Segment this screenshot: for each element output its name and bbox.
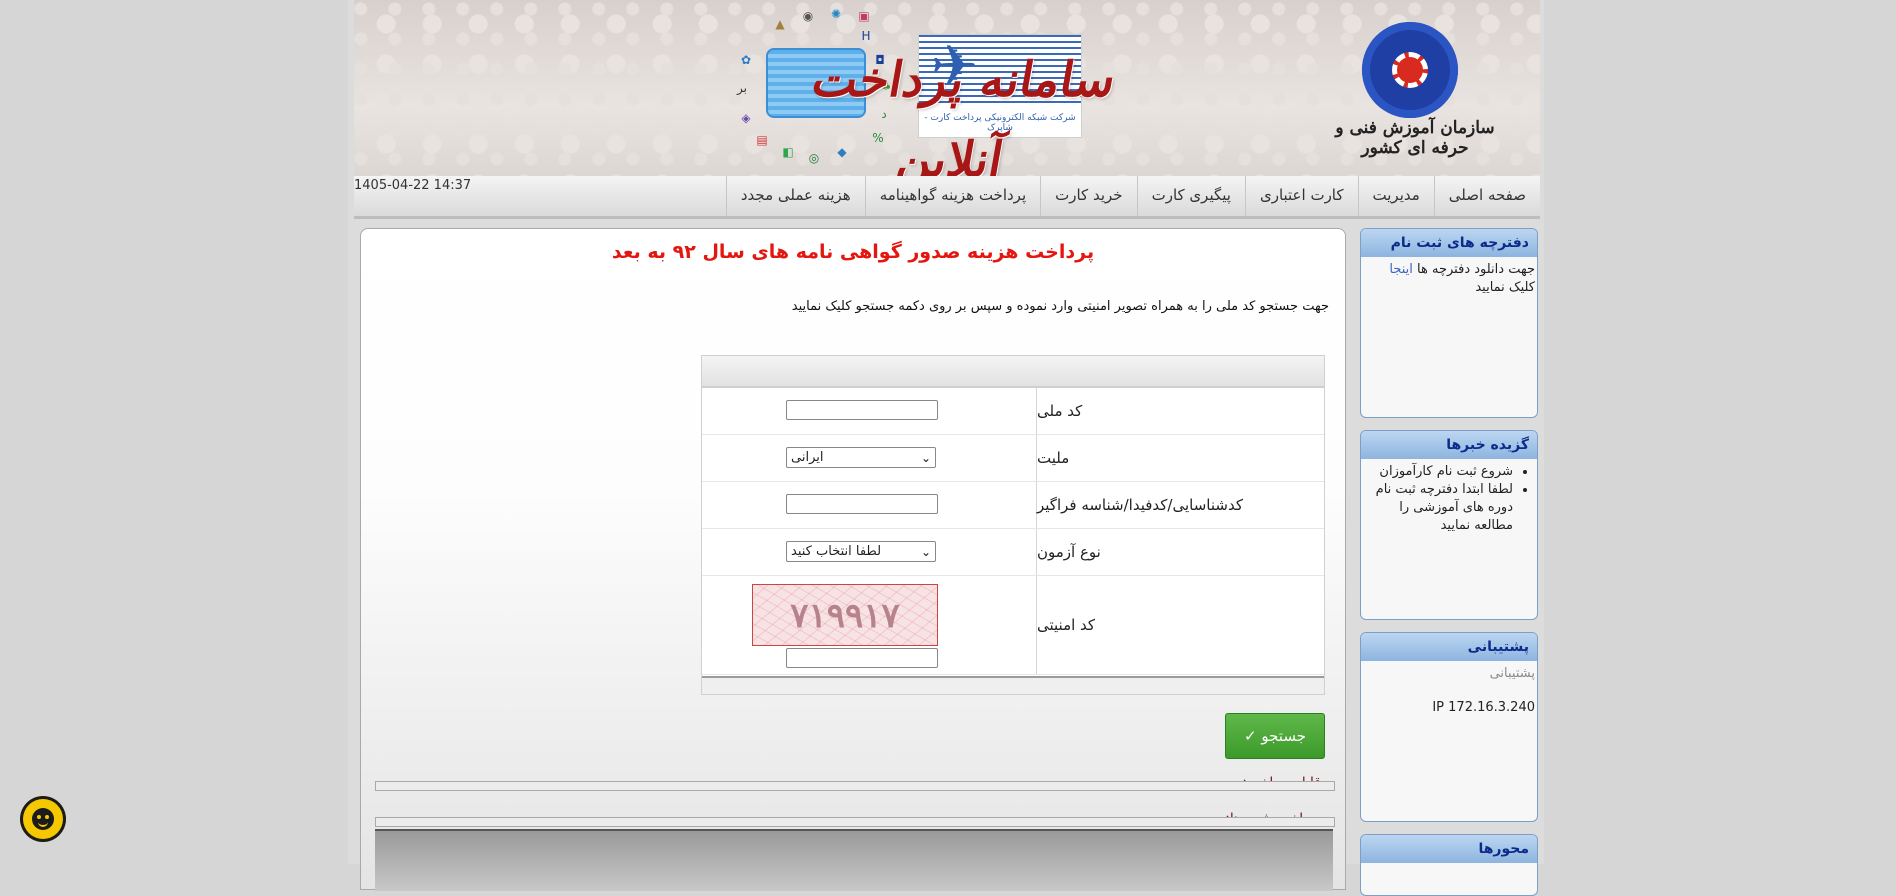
main-menu: صفحه اصلی مدیریت کارت اعتباری پیگیری کار… [725, 176, 1540, 216]
menu-item-practical-retake-fee[interactable]: هزینه عملی مجدد [725, 176, 865, 216]
panel-body: جهت دانلود دفترچه ها اینجا کلیک نمایید [1361, 257, 1537, 301]
panel-title: دفترچه های ثبت نام [1361, 229, 1537, 257]
results-area [375, 829, 1333, 891]
gear-icon [1392, 52, 1428, 88]
bank-icon: ▣ [858, 9, 870, 23]
bank-icon: ▲ [775, 17, 785, 31]
panel-title: محورها [1361, 835, 1537, 863]
menu-item-credit-card[interactable]: کارت اعتباری [1244, 176, 1358, 216]
bank-icon: ◆ [837, 145, 847, 159]
form-row-id: کدشناسایی/کدفیدا/شناسه فراگیر [702, 482, 1324, 529]
bank-icon: ✺ [830, 7, 842, 21]
chevron-down-icon: ⌄ [920, 450, 931, 465]
news-list: شروع ثبت نام کارآموزان لطفا ابتدا دفترچه… [1365, 463, 1535, 535]
nationality-select[interactable]: ⌄ ایرانی [786, 447, 936, 468]
panel-body: شروع ثبت نام کارآموزان لطفا ابتدا دفترچه… [1361, 459, 1537, 539]
captcha-label: کد امنیتی [1036, 576, 1324, 674]
exam-type-select[interactable]: ⌄ لطفا انتخاب کنید [786, 541, 936, 562]
payable-list [375, 781, 1335, 791]
bank-icon: بر [737, 81, 747, 95]
date-time: 1405-04-22 14:37 [354, 178, 472, 193]
panel-body: پشتیبانی IP 172.16.3.240 [1361, 661, 1537, 721]
bank-icon: ✿ [740, 53, 752, 67]
form-row-nationality: ملیت ⌄ ایرانی [702, 435, 1324, 482]
panel-support: پشتیبانی پشتیبانی IP 172.16.3.240 [1360, 632, 1538, 822]
support-link[interactable]: پشتیبانی [1490, 666, 1535, 681]
national-code-label: کد ملی [1036, 388, 1324, 434]
id-label: کدشناسایی/کدفیدا/شناسه فراگیر [1036, 482, 1324, 528]
panel-news: گزیده خبرها شروع ثبت نام کارآموزان لطفا … [1360, 430, 1538, 620]
captcha-image: ۷۱۹۹۱۷ [752, 584, 938, 646]
captcha-input[interactable] [786, 648, 938, 668]
id-input[interactable] [786, 494, 938, 514]
news-item[interactable]: لطفا ابتدا دفترچه ثبت نام دوره های آموزش… [1369, 481, 1513, 535]
form-header [702, 356, 1324, 388]
bank-icon: ◎ [808, 151, 820, 165]
menu-item-buy-card[interactable]: خرید کارت [1040, 176, 1136, 216]
panel-axes: محورها [1360, 834, 1538, 896]
exam-type-selected: لطفا انتخاب کنید [791, 544, 882, 559]
panel-title: گزیده خبرها [1361, 431, 1537, 459]
bank-icon: ▤ [756, 133, 768, 147]
ip-address: IP 172.16.3.240 [1432, 700, 1535, 715]
support-chat-icon[interactable] [20, 796, 66, 842]
system-title: سامانه پرداخت آنلاین [807, 52, 1121, 188]
paid-list [375, 817, 1335, 827]
menu-item-certificate-fee[interactable]: پرداخت هزینه گواهینامه [864, 176, 1040, 216]
instruction-text: جهت جستجو کد ملی را به همراه تصویر امنیت… [791, 299, 1329, 314]
bank-icon: ◧ [782, 145, 794, 159]
bank-icon: ◈ [741, 111, 751, 125]
organization-name: سازمان آموزش فنی و حرفه ای کشور [1335, 118, 1495, 158]
organization-logo: سازمان آموزش فنی و حرفه ای کشور [1320, 18, 1510, 158]
download-text-after: کلیک نمایید [1475, 280, 1535, 295]
menu-item-home[interactable]: صفحه اصلی [1433, 176, 1540, 216]
exam-type-label: نوع آزمون [1036, 529, 1324, 575]
chevron-down-icon: ⌄ [920, 544, 931, 559]
nationality-selected: ایرانی [791, 450, 824, 465]
download-text: جهت دانلود دفترچه ها [1412, 262, 1535, 277]
main-content: پرداخت هزینه صدور گواهی نامه های سال ۹۲ … [360, 228, 1346, 891]
bank-icon: ◉ [802, 9, 814, 23]
search-button[interactable]: جستجو ✓ [1225, 713, 1325, 759]
eye-icon [45, 815, 49, 819]
news-item[interactable]: شروع ثبت نام کارآموزان [1369, 463, 1513, 481]
search-form: کد ملی ملیت ⌄ ایرانی کدشناسایی/کدفیدا/شن… [701, 355, 1325, 695]
form-row-national-code: کد ملی [702, 388, 1324, 435]
eye-icon [37, 815, 41, 819]
national-code-input[interactable] [786, 400, 938, 420]
form-row-exam-type: نوع آزمون ⌄ لطفا انتخاب کنید [702, 529, 1324, 576]
nationality-label: ملیت [1036, 435, 1324, 481]
main-menu-bar: 1405-04-22 14:37 صفحه اصلی مدیریت کارت ا… [354, 176, 1540, 219]
bank-icon: % [872, 131, 884, 145]
panel-download-booklets: دفترچه های ثبت نام جهت دانلود دفترچه ها … [1360, 228, 1538, 418]
smile-icon [38, 821, 48, 827]
menu-item-track-card[interactable]: پیگیری کارت [1136, 176, 1245, 216]
headset-face-icon [32, 808, 54, 830]
download-link[interactable]: اینجا [1389, 262, 1413, 277]
menu-item-management[interactable]: مدیریت [1357, 176, 1434, 216]
form-row-captcha: کد امنیتی ۷۱۹۹۱۷ [702, 576, 1324, 675]
header-banner: ▲ ◉ ✺ ▣ H ✿ ◘ بر ♣ ◈ د % ▤ ◧ ◎ ◆ ✈ شرکت … [354, 0, 1540, 188]
page-title: پرداخت هزینه صدور گواهی نامه های سال ۹۲ … [611, 241, 1095, 263]
panel-title: پشتیبانی [1361, 633, 1537, 661]
form-footer [702, 676, 1324, 694]
